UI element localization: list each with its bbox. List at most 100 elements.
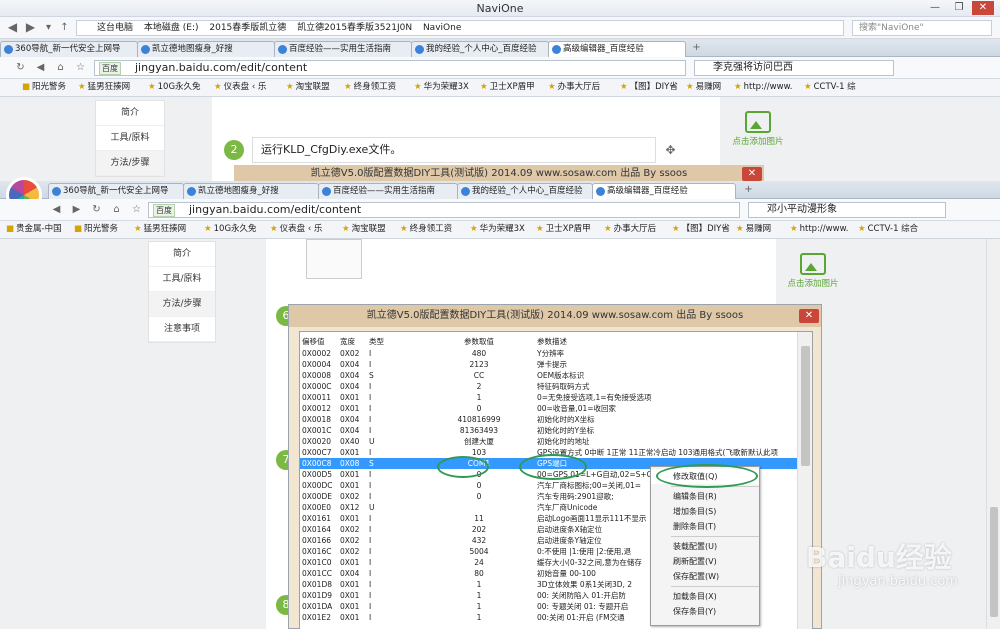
- table-row[interactable]: 0X0011 0X01 I 1 0=无免接受选项,1=有免接受选项: [300, 392, 800, 403]
- scrollbar-thumb[interactable]: [990, 507, 998, 617]
- menu-item-notes[interactable]: 注意事项: [149, 317, 215, 342]
- favorite-link[interactable]: ★ 办事大厅后: [604, 221, 656, 238]
- url-bar[interactable]: 百度 jingyan.baidu.com/edit/content: [148, 202, 740, 218]
- favorite-link[interactable]: ★ 卫士XP盾甲: [536, 221, 591, 238]
- up-arrow-icon[interactable]: ↑: [58, 21, 71, 34]
- col-width[interactable]: 宽度: [338, 334, 367, 348]
- favorite-link[interactable]: ■ 阳光警务: [22, 79, 66, 96]
- browser-search-input[interactable]: 邓小平动漫形象: [748, 202, 946, 218]
- back-icon[interactable]: ◀: [50, 203, 63, 216]
- browser-search-input[interactable]: 李克强将访问巴西: [694, 60, 894, 76]
- scrollbar-thumb[interactable]: [801, 346, 810, 466]
- forward-icon[interactable]: ▶: [70, 203, 83, 216]
- new-tab-icon[interactable]: +: [690, 41, 703, 54]
- favorite-link[interactable]: ★ 10G永久免: [204, 221, 257, 238]
- close-icon[interactable]: ✕: [742, 167, 762, 181]
- tab[interactable]: 我的经验_个人中心_百度经验: [411, 41, 549, 57]
- add-image-button[interactable]: 点击添加图片: [782, 253, 844, 289]
- favorite-link[interactable]: ★ http://www.: [734, 79, 792, 96]
- menu-load-config[interactable]: 装载配置(U): [651, 539, 759, 554]
- tab-active[interactable]: 高级编辑器_百度经验: [592, 183, 736, 199]
- favorite-link[interactable]: ★ 猛男狂揍网: [134, 221, 186, 238]
- col-offset[interactable]: 偏移值: [300, 334, 338, 348]
- tab-active[interactable]: 高级编辑器_百度经验: [548, 41, 686, 57]
- star-icon[interactable]: ☆: [130, 203, 143, 216]
- table-row[interactable]: 0X0004 0X04 I 2123 弹卡提示: [300, 359, 800, 370]
- favorite-link[interactable]: ★ 【图】DIY省: [620, 79, 678, 96]
- home-icon[interactable]: ⌂: [110, 203, 123, 216]
- table-row[interactable]: 0X0020 0X40 U 创建大厦 初始化时的地址: [300, 436, 800, 447]
- back-icon[interactable]: ◀: [34, 61, 47, 74]
- menu-item-tools[interactable]: 工具/原料: [96, 126, 164, 151]
- favorite-link[interactable]: ★ 淘宝联盟: [342, 221, 386, 238]
- breadcrumb-item[interactable]: 凯立德2015春季版3521J0N: [297, 23, 412, 33]
- tab[interactable]: 我的经验_个人中心_百度经验: [457, 183, 593, 199]
- menu-item-steps[interactable]: 方法/步骤: [149, 292, 215, 317]
- star-icon[interactable]: ☆: [74, 61, 87, 74]
- favorite-link[interactable]: ★ 易赚网: [736, 221, 771, 238]
- favorite-link[interactable]: ■ 阳光警务: [74, 221, 118, 238]
- menu-delete-item[interactable]: 删除条目(T): [651, 519, 759, 534]
- favorite-link[interactable]: ★ 华为荣耀3X: [470, 221, 525, 238]
- favorite-link[interactable]: ★ 【图】DIY省: [672, 221, 730, 238]
- menu-save-item[interactable]: 保存条目(Y): [651, 604, 759, 619]
- favorite-link[interactable]: ★ 仪表盘 ‹ 乐: [270, 221, 322, 238]
- table-row[interactable]: 0X0018 0X04 I 410816999 初始化时的X坐标: [300, 414, 800, 425]
- favorite-link[interactable]: ★ 易赚网: [686, 79, 721, 96]
- breadcrumb-item[interactable]: NaviOne: [423, 23, 461, 33]
- favorite-link[interactable]: ★ 卫士XP盾甲: [480, 79, 535, 96]
- col-desc[interactable]: 参数描述: [535, 334, 800, 348]
- favorite-link[interactable]: ★ CCTV-1 综合: [858, 221, 918, 238]
- tab[interactable]: 360导航_新一代安全上网导: [48, 183, 184, 199]
- list-scrollbar[interactable]: [797, 332, 812, 629]
- favorite-link[interactable]: ★ http://www.: [790, 221, 848, 238]
- new-tab-icon[interactable]: +: [742, 183, 755, 196]
- favorite-link[interactable]: ★ 华为荣耀3X: [414, 79, 469, 96]
- url-bar[interactable]: 百度 jingyan.baidu.com/edit/content: [94, 60, 686, 76]
- page-scrollbar[interactable]: [986, 239, 1000, 629]
- add-image-button[interactable]: 点击添加图片: [728, 111, 788, 147]
- favorite-link[interactable]: ★ 淘宝联盟: [286, 79, 330, 96]
- table-row[interactable]: 0X0012 0X01 I 0 00=收音量,01=收回家: [300, 403, 800, 414]
- favorite-link[interactable]: ★ 猛男狂揍网: [78, 79, 130, 96]
- chevron-down-icon[interactable]: ▾: [42, 21, 55, 34]
- home-icon[interactable]: ⌂: [54, 61, 67, 74]
- menu-item-tools[interactable]: 工具/原料: [149, 267, 215, 292]
- refresh-icon[interactable]: ↻: [14, 61, 27, 74]
- close-icon[interactable]: ✕: [799, 309, 819, 323]
- menu-item-steps[interactable]: 方法/步骤: [96, 151, 164, 176]
- tab[interactable]: 凯立德地图瘦身_好搜: [183, 183, 319, 199]
- table-row[interactable]: 0X000C 0X04 I 2 特征码取码方式: [300, 381, 800, 392]
- favorite-link[interactable]: ★ 10G永久免: [148, 79, 201, 96]
- breadcrumb-item[interactable]: 2015春季版凯立德: [209, 23, 286, 33]
- breadcrumb-item[interactable]: 本地磁盘 (E:): [144, 23, 199, 33]
- table-row[interactable]: 0X0002 0X02 I 480 Y分辨率: [300, 348, 800, 359]
- close-button[interactable]: ✕: [972, 1, 994, 15]
- step-text-input[interactable]: 运行KLD_CfgDiy.exe文件。: [252, 137, 656, 163]
- back-arrow-icon[interactable]: ◀: [6, 21, 19, 34]
- menu-item-intro[interactable]: 简介: [96, 101, 164, 126]
- col-value[interactable]: 参数取值: [423, 334, 535, 348]
- maximize-button[interactable]: ❐: [948, 1, 970, 15]
- tab[interactable]: 360导航_新一代安全上网导: [0, 41, 138, 57]
- favorite-link[interactable]: ★ 仪表盘 ‹ 乐: [214, 79, 266, 96]
- favorite-link[interactable]: ★ CCTV-1 综: [804, 79, 856, 96]
- forward-arrow-icon[interactable]: ▶: [24, 21, 37, 34]
- table-row[interactable]: 0X001C 0X04 I 81363493 初始化时的Y坐标: [300, 425, 800, 436]
- refresh-icon[interactable]: ↻: [90, 203, 103, 216]
- menu-add-item[interactable]: 增加条目(S): [651, 504, 759, 519]
- tab[interactable]: 百度经验——实用生活指南: [318, 183, 458, 199]
- menu-save-config[interactable]: 保存配置(W): [651, 569, 759, 584]
- tab[interactable]: 百度经验——实用生活指南: [274, 41, 412, 57]
- col-type[interactable]: 类型: [367, 334, 423, 348]
- table-row[interactable]: 0X0008 0X04 S CC OEM版本标识: [300, 370, 800, 381]
- menu-load-item[interactable]: 加载条目(X): [651, 589, 759, 604]
- thumbnail-image[interactable]: [306, 239, 362, 279]
- favorite-link[interactable]: ★ 办事大厅后: [548, 79, 600, 96]
- minimize-button[interactable]: —: [924, 1, 946, 15]
- favorite-link[interactable]: ★ 终身领工资: [344, 79, 396, 96]
- move-handle-icon[interactable]: ✥: [664, 144, 677, 157]
- favorite-link[interactable]: ★ 终身领工资: [400, 221, 452, 238]
- menu-item-intro[interactable]: 简介: [149, 242, 215, 267]
- breadcrumb[interactable]: 这台电脑 本地磁盘 (E:) 2015春季版凯立德 凯立德2015春季版3521…: [76, 20, 844, 36]
